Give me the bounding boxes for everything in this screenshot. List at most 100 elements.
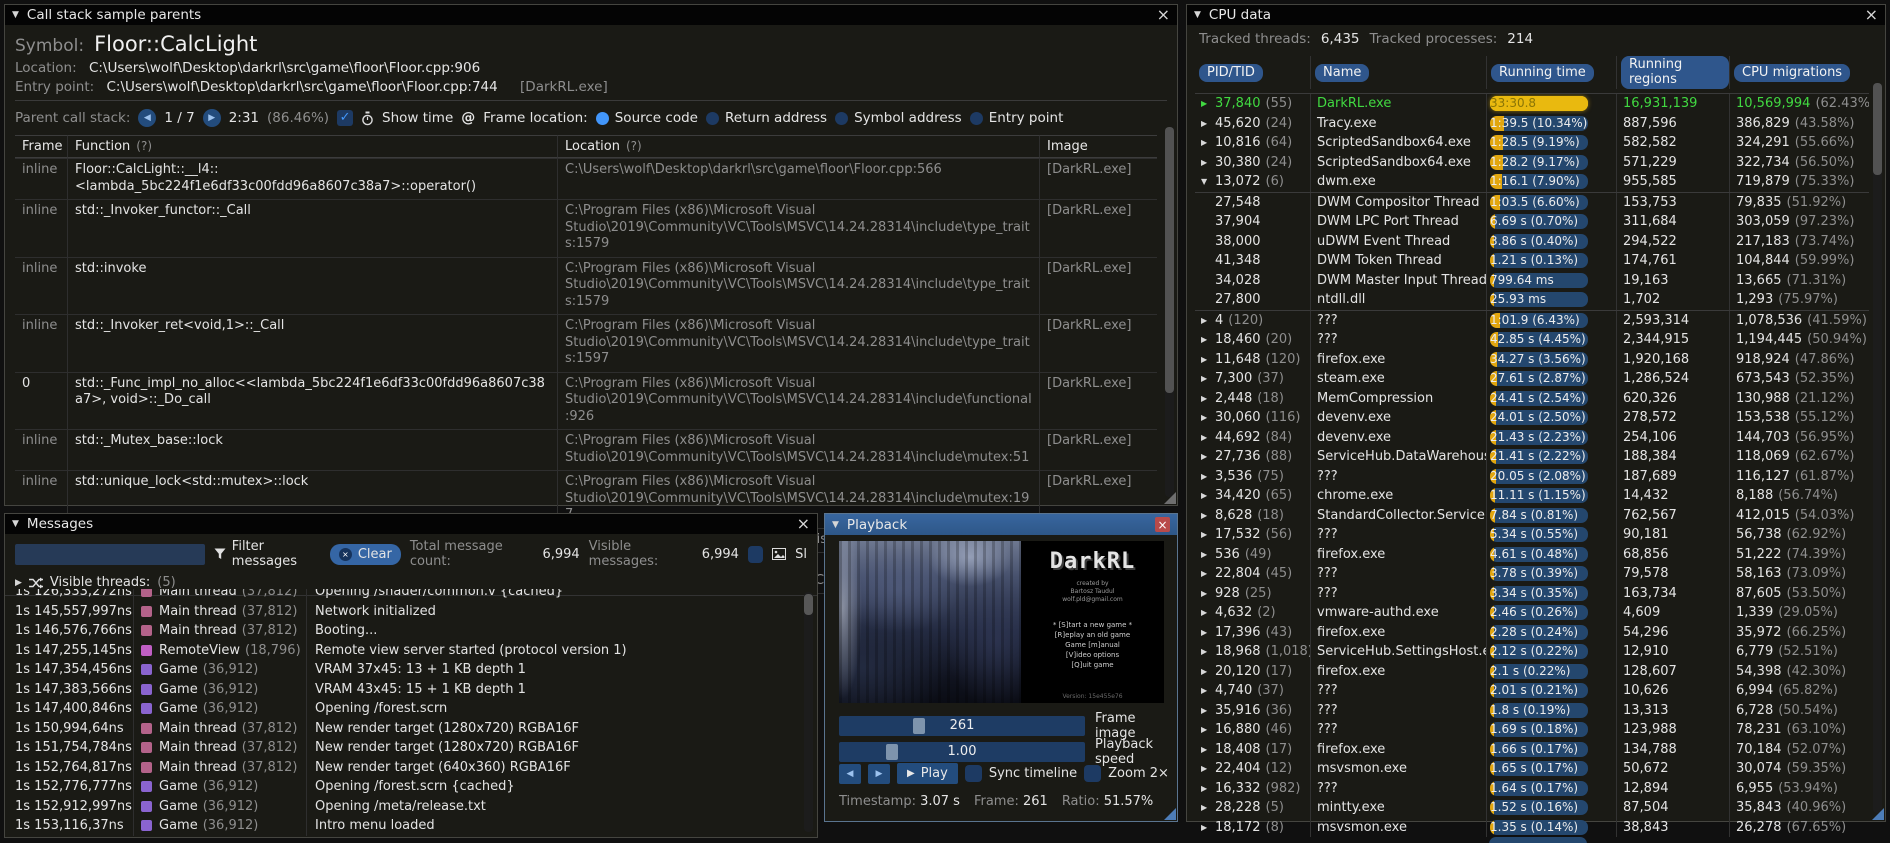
callstack-scrollbar[interactable]	[1165, 127, 1174, 497]
cpu-row[interactable]: ▶ 4,740 (37) ??? 2.01 s (0.21%) 10,626 6…	[1195, 681, 1869, 701]
message-thread[interactable]: Main thread (37,812)	[133, 589, 307, 602]
cpu-row[interactable]: ▶ 8,628 (18) StandardCollector.Service.e…	[1195, 505, 1869, 525]
callstack-row[interactable]: inline std::_Invoker_ret<void,1>::_Call …	[15, 314, 1157, 372]
collapse-icon[interactable]: ▼	[832, 520, 839, 530]
col-image[interactable]: Image	[1039, 135, 1157, 158]
expand-icon[interactable]: ▶	[1201, 335, 1215, 344]
radio-entry-point[interactable]: Entry point	[969, 110, 1063, 126]
function-cell[interactable]: std::invoke	[67, 256, 557, 314]
expand-icon[interactable]: ▼	[1201, 177, 1215, 186]
expand-icon[interactable]: ▶	[1201, 511, 1215, 520]
expand-icon[interactable]: ▶	[1201, 355, 1215, 364]
close-icon[interactable]: ×	[1155, 517, 1170, 532]
next-stack-button[interactable]: ▶	[202, 109, 221, 127]
cpu-row[interactable]: ▶ 10,816 (64) ScriptedSandbox64.exe 1:28…	[1195, 133, 1869, 153]
cpu-row[interactable]: ▶ 45,620 (24) Tracy.exe 1:39.5 (10.34%) …	[1195, 113, 1869, 133]
callstack-row[interactable]: inline std::_Invoker_functor::_Call C:\P…	[15, 199, 1157, 257]
col-function[interactable]: Function (?)	[67, 135, 557, 158]
message-thread[interactable]: Game (36,912)	[133, 777, 307, 797]
cpu-row[interactable]: ▶ 18,408 (17) firefox.exe 1.66 s (0.17%)…	[1195, 739, 1869, 759]
col-location[interactable]: Location (?)	[557, 135, 1039, 158]
message-row[interactable]: 1s 147,383,566ns Game (36,912) VRAM 43x4…	[5, 679, 817, 699]
close-icon[interactable]: ×	[1865, 7, 1878, 23]
expand-icon[interactable]: ▶	[1201, 99, 1215, 108]
expand-icon[interactable]: ▶	[1201, 608, 1215, 617]
cpu-row[interactable]: ▶ 536 (49) firefox.exe 4.61 s (0.48%) 68…	[1195, 544, 1869, 564]
cpu-row[interactable]: 27,548 DWM Compositor Thread 1:03.5 (6.6…	[1195, 191, 1869, 212]
cpu-row[interactable]: ▶ 28,228 (5) mintty.exe 1.52 s (0.16%) 8…	[1195, 798, 1869, 818]
speed-slider[interactable]: 1.00	[839, 742, 1085, 762]
cpu-row[interactable]: ▶ 35,916 (36) ??? 1.8 s (0.19%) 13,313 6…	[1195, 700, 1869, 720]
cpu-row[interactable]: ▶ 18,172 (8) msvsmon.exe 1.35 s (0.14%) …	[1195, 817, 1869, 837]
cpu-row[interactable]: ▶ 11,648 (120) firefox.exe 34.27 s (3.56…	[1195, 349, 1869, 369]
expand-icon[interactable]: ▶	[1201, 803, 1215, 812]
close-icon[interactable]: ×	[797, 516, 810, 532]
cpu-row[interactable]: ▶ 34,420 (65) chrome.exe 11.11 s (1.15%)…	[1195, 486, 1869, 506]
radio-return-address[interactable]: Return address	[705, 110, 827, 126]
cpu-row[interactable]: ▶ 16,332 (982) ??? 1.64 s (0.17%) 12,894…	[1195, 778, 1869, 798]
expand-icon[interactable]: ▶	[1201, 745, 1215, 754]
cpu-row[interactable]: ▼ 13,072 (6) dwm.exe 1:16.1 (7.90%) 955,…	[1195, 172, 1869, 192]
col-pid-tid[interactable]: PID/TID	[1199, 63, 1263, 82]
message-row[interactable]: 1s 147,255,145ns RemoteView (18,796) Rem…	[5, 640, 817, 660]
shuffle-icon[interactable]	[28, 577, 43, 589]
cpu-row[interactable]: ▶ 20,120 (17) firefox.exe 2.1 s (0.22%) …	[1195, 661, 1869, 681]
zoom-2x-label[interactable]: Zoom 2×	[1108, 766, 1169, 781]
expand-icon[interactable]: ▶	[1201, 491, 1215, 500]
cpu-row[interactable]: ▶ 22,404 (12) msvsmon.exe 1.65 s (0.17%)…	[1195, 759, 1869, 779]
message-thread[interactable]: Main thread (37,812)	[133, 621, 307, 641]
cpu-scrollbar[interactable]	[1873, 83, 1882, 813]
cpu-row[interactable]: ▶ 30,380 (24) ScriptedSandbox64.exe 1:28…	[1195, 152, 1869, 172]
message-row[interactable]: 1s 151,754,784ns Main thread (37,812) Ne…	[5, 738, 817, 758]
cpu-row[interactable]: ▶ 4,632 (2) vmware-authd.exe 2.46 s (0.2…	[1195, 603, 1869, 623]
expand-icon[interactable]: ▶	[1201, 530, 1215, 539]
message-row[interactable]: 1s 152,912,997ns Game (36,912) Opening /…	[5, 796, 817, 816]
cpu-row[interactable]: ▶ 22,804 (45) ??? 3.78 s (0.39%) 79,578 …	[1195, 564, 1869, 584]
collapse-icon[interactable]: ▼	[12, 10, 19, 20]
cpu-row[interactable]: ▶ 7,300 (37) steam.exe 27.61 s (2.87%) 1…	[1195, 369, 1869, 389]
expand-icon[interactable]: ▶	[1201, 119, 1215, 128]
cpu-row[interactable]: ▶ 37,840 (55) DarkRL.exe 33:30.8 (208.96…	[1195, 94, 1869, 114]
callstack-row[interactable]: inline std::_Mutex_base::lock C:\Program…	[15, 429, 1157, 470]
col-running-regions[interactable]: Running regions	[1621, 56, 1729, 89]
expand-icon[interactable]: ▶	[1201, 138, 1215, 147]
message-row[interactable]: 1s 153,116,37ns Game (36,912) Intro menu…	[5, 816, 817, 836]
cpu-row[interactable]: ▶ 17,396 (43) firefox.exe 2.28 s (0.24%)…	[1195, 622, 1869, 642]
resize-grip[interactable]	[1164, 808, 1176, 820]
scrollbar-thumb[interactable]	[1165, 127, 1174, 394]
playback-titlebar[interactable]: ▼ Playback ×	[825, 514, 1177, 535]
expand-icon[interactable]: ▶	[1201, 628, 1215, 637]
expand-icon[interactable]: ▶	[1201, 452, 1215, 461]
message-thread[interactable]: Game (36,912)	[133, 679, 307, 699]
message-row[interactable]: 1s 152,776,777ns Game (36,912) Opening /…	[5, 777, 817, 797]
expand-icon[interactable]: ▶	[1201, 433, 1215, 442]
clear-button[interactable]: × Clear	[329, 543, 401, 565]
cpu-row[interactable]: ▶ 30,060 (116) devenv.exe 24.01 s (2.50%…	[1195, 408, 1869, 428]
collapse-icon[interactable]: ▼	[12, 519, 19, 529]
message-thread[interactable]: Main thread (37,812)	[133, 738, 307, 758]
callstack-row[interactable]: 0 std::_Func_impl_no_alloc<<lambda_5bc22…	[15, 371, 1157, 429]
cpu-row[interactable]: 41,348 DWM Token Thread 1.21 s (0.13%) 1…	[1195, 251, 1869, 271]
message-row[interactable]: 1s 150,994,64ns Main thread (37,812) New…	[5, 718, 817, 738]
message-row[interactable]: 1s 126,333,272ns Main thread (37,812) Op…	[5, 589, 817, 602]
expand-icon[interactable]: ▶	[1201, 823, 1215, 832]
resize-grip[interactable]	[1872, 808, 1884, 820]
cpu-row[interactable]: ▶ 928 (25) ??? 3.34 s (0.35%) 163,734 87…	[1195, 583, 1869, 603]
prev-stack-button[interactable]: ◀	[138, 109, 157, 127]
expand-icon[interactable]: ▶	[1201, 394, 1215, 403]
message-thread[interactable]: Game (36,912)	[133, 816, 307, 836]
message-thread[interactable]: Game (36,912)	[133, 660, 307, 680]
col-name[interactable]: Name	[1315, 63, 1370, 82]
message-thread[interactable]: Main thread (37,812)	[133, 601, 307, 621]
col-frame[interactable]: Frame	[15, 135, 67, 158]
expand-icon[interactable]: ▶	[1201, 158, 1215, 167]
cpu-row[interactable]: 38,000 uDWM Event Thread 3.86 s (0.40%) …	[1195, 231, 1869, 251]
message-row[interactable]: 1s 146,576,766ns Main thread (37,812) Bo…	[5, 621, 817, 641]
step-forward-button[interactable]: ▶	[868, 763, 890, 784]
scrollbar-thumb[interactable]	[1873, 83, 1882, 175]
message-row[interactable]: 1s 147,400,846ns Game (36,912) Opening /…	[5, 699, 817, 719]
expand-icon[interactable]: ▶	[1201, 569, 1215, 578]
expand-icon[interactable]: ▶	[1201, 316, 1215, 325]
function-cell[interactable]: Floor::CalcLight::__l4::<lambda_5bc224f1…	[67, 158, 557, 199]
expand-icon[interactable]: ▶	[1201, 472, 1215, 481]
